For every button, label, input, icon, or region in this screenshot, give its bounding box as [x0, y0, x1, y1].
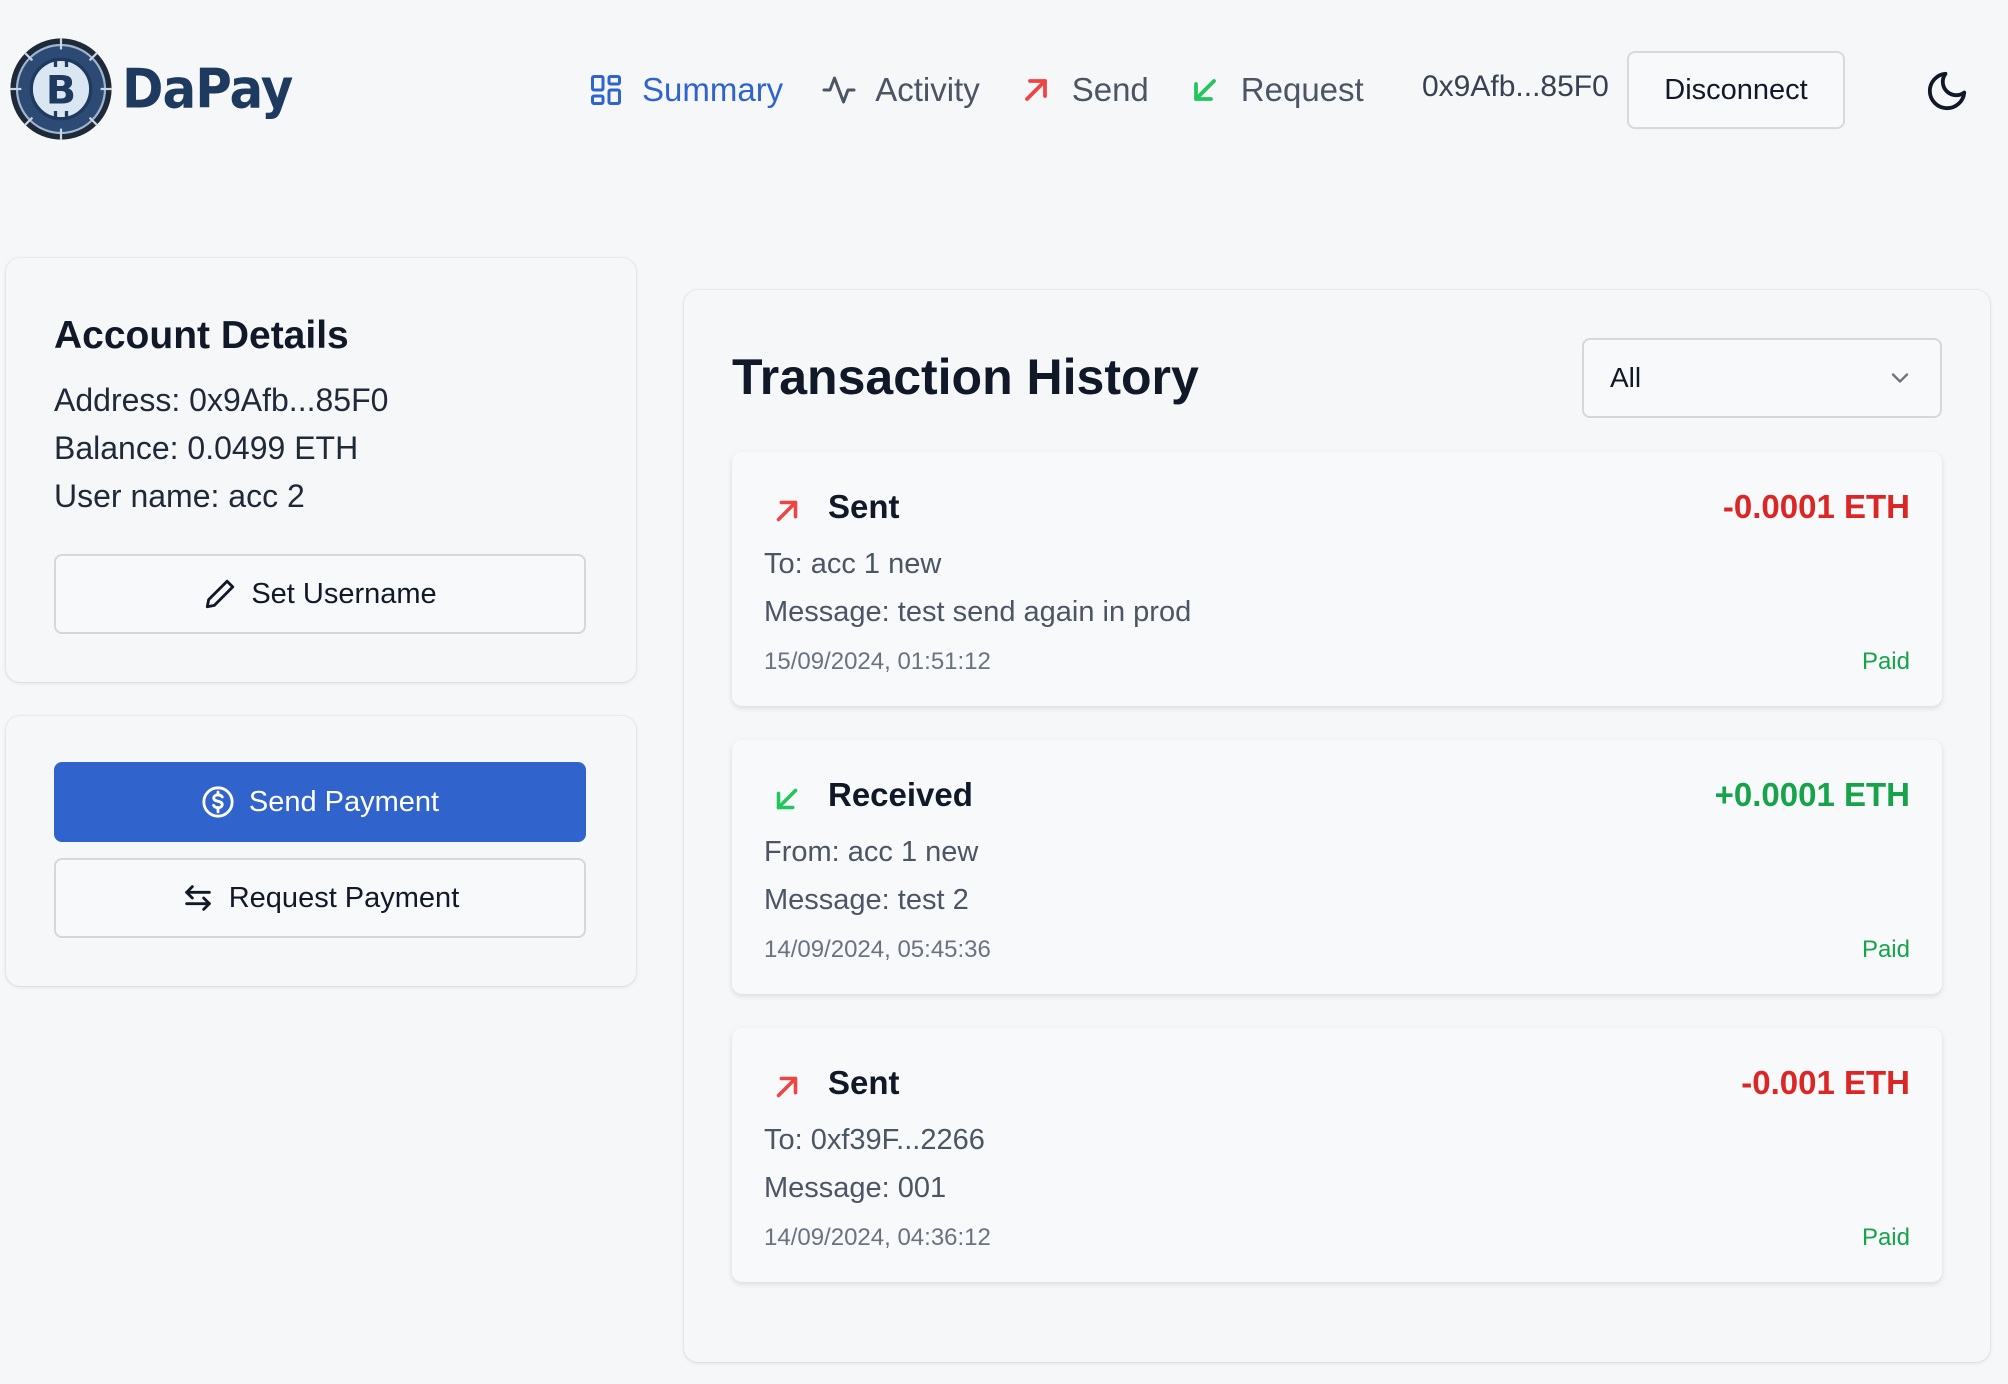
dollar-circle-icon — [202, 786, 234, 818]
transaction-date: 14/09/2024, 04:36:12 — [764, 1224, 991, 1251]
transaction-status: Paid — [1861, 936, 1910, 963]
pencil-icon — [206, 579, 235, 609]
brand-logo[interactable]: B DaPay — [6, 34, 293, 144]
nav-summary-label: Summary — [642, 71, 784, 108]
transaction-type: Sent — [828, 488, 900, 525]
arrow-up-right-icon — [776, 1076, 798, 1098]
transaction-history-card: Transaction History All Sent -0.0001 ETH… — [684, 290, 1990, 1362]
transaction-amount: -0.0001 ETH — [1722, 488, 1910, 525]
svg-text:B: B — [46, 67, 76, 113]
nav-send[interactable]: Send — [1018, 71, 1149, 109]
account-address: Address: 0x9Afb...85F0 — [54, 382, 389, 418]
arrow-down-left-icon — [776, 788, 798, 810]
transaction-item: Sent -0.0001 ETH To: acc 1 new Message: … — [732, 452, 1942, 706]
swap-arrows-icon — [184, 885, 211, 911]
set-username-label: Set Username — [251, 577, 437, 610]
account-details-card: Account Details Address: 0x9Afb...85F0 B… — [6, 258, 636, 682]
transaction-type: Sent — [828, 1064, 900, 1101]
transaction-filter-select[interactable]: All — [1582, 338, 1942, 418]
dashboard-icon — [591, 75, 621, 105]
account-title: Account Details — [54, 314, 349, 357]
arrow-up-right-icon — [776, 500, 798, 522]
top-nav: Summary Activity Send Request — [588, 50, 1402, 130]
transaction-item: Received +0.0001 ETH From: acc 1 new Mes… — [732, 740, 1942, 994]
set-username-button[interactable]: Set Username — [54, 554, 586, 634]
account-username: User name: acc 2 — [54, 478, 305, 514]
request-payment-label: Request Payment — [228, 881, 460, 914]
transaction-amount: +0.0001 ETH — [1714, 776, 1910, 813]
nav-activity[interactable]: Activity — [821, 71, 980, 109]
transaction-message: Message: test send again in prod — [764, 596, 1192, 628]
payments-card: Send Payment Request Payment — [6, 716, 636, 986]
transaction-counterparty: To: 0xf39F...2266 — [764, 1124, 985, 1156]
nav-request-label: Request — [1240, 71, 1364, 108]
wallet-address: 0x9Afb...85F0 — [1422, 70, 1609, 103]
transaction-date: 14/09/2024, 05:45:36 — [764, 936, 991, 963]
moon-icon[interactable] — [1924, 68, 1970, 114]
transaction-date: 15/09/2024, 01:51:12 — [764, 648, 991, 675]
activity-icon — [822, 76, 856, 104]
arrow-up-right-icon — [1024, 79, 1047, 101]
send-payment-label: Send Payment — [248, 785, 440, 818]
transaction-status: Paid — [1861, 1224, 1910, 1251]
nav-summary[interactable]: Summary — [588, 71, 783, 109]
send-payment-button[interactable]: Send Payment — [54, 762, 586, 842]
filter-value: All — [1610, 362, 1642, 393]
transaction-status: Paid — [1861, 648, 1910, 675]
transaction-message: Message: 001 — [764, 1172, 947, 1204]
brand-name: DaPay — [122, 57, 293, 121]
disconnect-button[interactable]: Disconnect — [1627, 51, 1845, 129]
nav-send-label: Send — [1071, 71, 1149, 108]
arrow-down-left-icon — [1193, 79, 1216, 101]
bitcoin-gear-logo-icon: B — [10, 38, 112, 140]
account-balance: Balance: 0.0499 ETH — [54, 430, 359, 466]
transaction-counterparty: To: acc 1 new — [764, 548, 942, 580]
transaction-counterparty: From: acc 1 new — [764, 836, 979, 868]
transaction-amount: -0.001 ETH — [1741, 1064, 1910, 1101]
transaction-message: Message: test 2 — [764, 884, 969, 916]
transaction-type: Received — [828, 776, 973, 813]
transaction-item: Sent -0.001 ETH To: 0xf39F...2266 Messag… — [732, 1028, 1942, 1282]
request-payment-button[interactable]: Request Payment — [54, 858, 586, 938]
nav-request[interactable]: Request — [1187, 71, 1364, 109]
chevron-down-icon — [1891, 373, 1909, 383]
nav-activity-label: Activity — [875, 71, 980, 108]
app-root: B DaPay Summary Activity Send Request 0x… — [0, 0, 2008, 1384]
history-title: Transaction History — [732, 349, 1199, 405]
